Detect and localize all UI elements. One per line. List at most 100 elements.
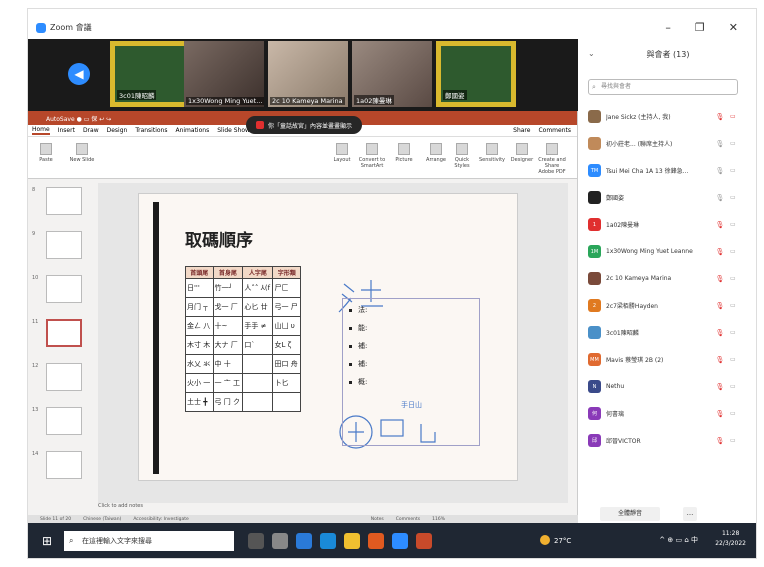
mic-muted-icon[interactable]: 🎙	[715, 437, 725, 445]
widgets-icon[interactable]	[272, 533, 288, 549]
accessibility[interactable]: Accessibility: Investigate	[133, 517, 188, 522]
participant-row[interactable]: 鄭國姿 🎙 ▭	[588, 184, 748, 211]
ppt-tab-home[interactable]: Home	[32, 126, 50, 135]
slide-thumbnail[interactable]	[46, 187, 82, 215]
ppt-tab-draw[interactable]: Draw	[83, 127, 99, 134]
participant-row[interactable]: 邱邱晉VICTOR 🎙 ▭	[588, 427, 748, 454]
camera-icon[interactable]: ▭	[730, 248, 736, 255]
participant-row[interactable]: 何何書璃 🎙 ▭	[588, 400, 748, 427]
slide-thumbnail[interactable]	[46, 363, 82, 391]
mute-all-button[interactable]: 全體靜音	[600, 507, 660, 521]
camera-icon[interactable]: ▭	[730, 302, 736, 309]
video-tile[interactable]: 1a02陳曼琳	[352, 41, 432, 107]
ppt-comments-button[interactable]: Comments	[538, 127, 571, 134]
taskbar-search-input[interactable]: ⌕ 在這裡輸入文字來搜尋	[64, 531, 234, 551]
camera-icon[interactable]: ▭	[730, 194, 736, 201]
edge-icon[interactable]	[296, 533, 312, 549]
participant-row[interactable]: 1 1a02陳曼琳 🎙 ▭	[588, 211, 748, 238]
minimize-button[interactable]: –	[665, 21, 671, 34]
ppt-tab-transitions[interactable]: Transitions	[135, 127, 167, 134]
zoom-level[interactable]: 116%	[432, 517, 445, 522]
office-icon[interactable]	[368, 533, 384, 549]
ribbon-button[interactable]: Convert to SmartArt	[358, 143, 386, 169]
notes-toggle[interactable]: Notes	[371, 517, 384, 522]
ppt-share-button[interactable]: Share	[513, 127, 530, 134]
task-view-icon[interactable]	[248, 533, 264, 549]
participant-row[interactable]: 2c 10 Kameya Marina 🎙 ▭	[588, 265, 748, 292]
video-tile[interactable]: 鄭國姿	[436, 41, 516, 107]
close-button[interactable]: ✕	[729, 21, 738, 34]
sharing-banner[interactable]: 你「童話故宮」內容並畫畫顯示	[246, 116, 363, 134]
mic-muted-icon[interactable]: 🎙	[715, 221, 725, 229]
camera-icon[interactable]: ▭	[730, 356, 736, 363]
system-tray[interactable]: ^ ⊕ ▭ ⌂ 中	[659, 535, 698, 545]
participant-row[interactable]: 初小莊老... (聯席主持人) 🎙 ▭	[588, 130, 748, 157]
comments-toggle[interactable]: Comments	[396, 517, 420, 522]
camera-icon[interactable]: ▭	[730, 275, 736, 282]
slide-thumbnail[interactable]	[46, 275, 82, 303]
clock[interactable]: 11:28 22/3/2022	[715, 529, 746, 549]
ppt-tab-insert[interactable]: Insert	[58, 127, 75, 134]
ppt-tab-slide-show[interactable]: Slide Show	[217, 127, 250, 134]
ribbon-button[interactable]: Layout	[328, 143, 356, 163]
ribbon-button[interactable]: Picture	[390, 143, 418, 163]
ribbon-button[interactable]: New Slide	[68, 143, 96, 163]
participant-row[interactable]: 1M 1x30Wong Ming Yuet Leanne 🎙 ▭	[588, 238, 748, 265]
ppt-tab-animations[interactable]: Animations	[175, 127, 209, 134]
participant-row[interactable]: MM Mavis 蔡瑩琪 2B (2) 🎙 ▭	[588, 346, 748, 373]
file-explorer-icon[interactable]	[344, 533, 360, 549]
camera-icon[interactable]: ▭	[730, 437, 736, 444]
ribbon-button[interactable]: Arrange	[422, 143, 450, 163]
camera-icon[interactable]: ▭	[730, 221, 736, 228]
participant-name: Jane Sickz (主持人, 我)	[606, 114, 671, 121]
mic-icon[interactable]: 🎙	[715, 140, 725, 148]
video-tile[interactable]: 2c 10 Kameya Marina	[268, 41, 348, 107]
ribbon-button[interactable]: Create and Share Adobe PDF	[538, 143, 566, 175]
video-tile[interactable]: 1x30Wong Ming Yuet...	[184, 41, 264, 107]
slide-thumbnail[interactable]	[46, 319, 82, 347]
participant-search-input[interactable]: ⌕ 尋找與會者	[588, 79, 738, 95]
camera-icon[interactable]: ▭	[730, 167, 736, 174]
notes-pane[interactable]: Click to add notes	[98, 503, 143, 509]
more-options-button[interactable]: ...	[683, 507, 697, 521]
mic-icon[interactable]: 🎙	[715, 167, 725, 175]
mic-muted-icon[interactable]: 🎙	[715, 383, 725, 391]
zoom-taskbar-icon[interactable]	[392, 533, 408, 549]
previous-video-button[interactable]: ◀	[68, 63, 90, 85]
slide-thumbnail[interactable]	[46, 407, 82, 435]
restore-button[interactable]: ❐	[695, 21, 705, 34]
mic-muted-icon[interactable]: 🎙	[715, 329, 725, 337]
ribbon-button[interactable]: Designer	[508, 143, 536, 163]
camera-icon[interactable]: ▭	[730, 410, 736, 417]
ribbon-label: Designer	[510, 157, 534, 163]
ribbon-button[interactable]: Quick Styles	[448, 143, 476, 169]
store-icon[interactable]	[320, 533, 336, 549]
weather-temp[interactable]: 27°C	[554, 537, 571, 545]
participant-row[interactable]: N Nethu 🎙 ▭	[588, 373, 748, 400]
camera-icon[interactable]: ▭	[730, 329, 736, 336]
participant-row[interactable]: 3c01陳昭麟 🎙 ▭	[588, 319, 748, 346]
video-tile[interactable]: 3c01陳昭麟	[110, 41, 190, 107]
bullet-text: 補:	[358, 360, 368, 368]
slide-thumbnail[interactable]	[46, 231, 82, 259]
camera-icon[interactable]: ▭	[730, 140, 736, 147]
mic-muted-icon[interactable]: 🎙	[715, 113, 725, 121]
camera-off-icon[interactable]: ▭	[730, 113, 736, 120]
ribbon-button[interactable]: Sensitivity	[478, 143, 506, 163]
ppt-tab-design[interactable]: Design	[107, 127, 128, 134]
participant-row[interactable]: Jane Sickz (主持人, 我) 🎙 ▭	[588, 103, 748, 130]
camera-icon[interactable]: ▭	[730, 383, 736, 390]
mic-muted-icon[interactable]: 🎙	[715, 302, 725, 310]
ribbon-button[interactable]: Paste	[32, 143, 60, 163]
mic-muted-icon[interactable]: 🎙	[715, 275, 725, 283]
participant-row[interactable]: 2 2c7梁栢勝Hayden 🎙 ▭	[588, 292, 748, 319]
powerpoint-taskbar-icon[interactable]	[416, 533, 432, 549]
mic-muted-icon[interactable]: 🎙	[715, 410, 725, 418]
mic-icon[interactable]: 🎙	[715, 194, 725, 202]
mic-muted-icon[interactable]: 🎙	[715, 356, 725, 364]
ribbon-icon	[76, 143, 88, 155]
mic-muted-icon[interactable]: 🎙	[715, 248, 725, 256]
participant-row[interactable]: TM Tsui Mei Cha 1A 13 徐鋒急... 🎙 ▭	[588, 157, 748, 184]
windows-start-icon[interactable]: ⊞	[42, 535, 54, 547]
slide-thumbnail[interactable]	[46, 451, 82, 479]
